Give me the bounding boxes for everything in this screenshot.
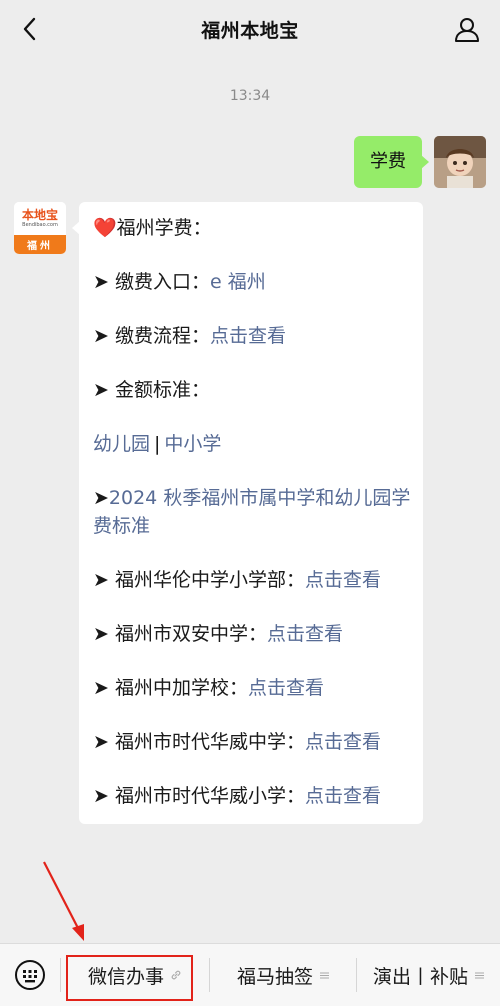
user-avatar-image xyxy=(434,136,486,188)
logo-city: 福州 xyxy=(14,235,66,254)
list-item: ➤ 福州市时代华威小学：点击查看 xyxy=(93,785,381,807)
menu-shows-subsidy[interactable]: 演出丨补贴 xyxy=(357,944,500,1006)
menu-lines-icon xyxy=(320,972,329,978)
menu-lines-icon xyxy=(475,972,484,978)
back-button[interactable] xyxy=(14,14,44,44)
person-icon xyxy=(455,18,479,42)
payment-process-link[interactable]: 点击查看 xyxy=(210,325,286,347)
school-link[interactable]: 中小学 xyxy=(164,433,221,455)
profile-button[interactable] xyxy=(452,14,482,44)
annotation-highlight-box xyxy=(66,955,193,1001)
chat-header: 福州本地宝 xyxy=(0,0,500,58)
user-avatar[interactable] xyxy=(434,136,486,188)
keyboard-icon xyxy=(15,960,45,990)
message-timestamp: 13:34 xyxy=(229,88,271,104)
list-item: 幼儿园 | 中小学 xyxy=(93,433,222,455)
keyboard-toggle-button[interactable] xyxy=(0,944,60,1006)
list-item: ➤ 金额标准： xyxy=(93,379,210,401)
list-item: ➤2024 秋季福州市属中学和幼儿园学费标准 xyxy=(93,487,411,537)
outgoing-bubble[interactable]: 学费 xyxy=(354,136,429,188)
list-item: ➤ 缴费入口：e 福州 xyxy=(93,271,266,293)
list-item: ➤ 缴费流程：点击查看 xyxy=(93,325,286,347)
incoming-bubble: ❤️福州学费： ➤ 缴费入口：e 福州 ➤ 缴费流程：点击查看 ➤ 金额标准： … xyxy=(72,202,423,824)
logo: 本地宝 Bendibao.com xyxy=(14,202,66,235)
list-item: ➤ 福州华伦中学小学部：点击查看 xyxy=(93,569,381,591)
list-item: ➤ 福州市双安中学：点击查看 xyxy=(93,623,343,645)
chat-title: 福州本地宝 xyxy=(201,19,299,42)
view-link[interactable]: 点击查看 xyxy=(305,785,381,807)
fee-standard-link[interactable]: 2024 秋季福州市属中学和幼儿园学费标准 xyxy=(93,487,410,537)
chevron-left-icon xyxy=(23,17,36,41)
view-link[interactable]: 点击查看 xyxy=(305,569,381,591)
message-heading: ❤️福州学费： xyxy=(93,217,212,239)
menu-fuma-lottery[interactable]: 福马抽签 xyxy=(210,944,356,1006)
list-item: ➤ 福州市时代华威中学：点击查看 xyxy=(93,731,381,753)
view-link[interactable]: 点击查看 xyxy=(248,677,324,699)
view-link[interactable]: 点击查看 xyxy=(267,623,343,645)
view-link[interactable]: 点击查看 xyxy=(305,731,381,753)
heart-icon: ❤️ xyxy=(93,217,117,239)
kindergarten-link[interactable]: 幼儿园 xyxy=(93,433,150,455)
payment-entry-link[interactable]: e 福州 xyxy=(210,271,266,293)
list-item: ➤ 福州中加学校：点击查看 xyxy=(93,677,324,699)
official-account-avatar[interactable]: 本地宝 Bendibao.com 福州 xyxy=(14,202,66,254)
outgoing-message: 学费 xyxy=(354,136,486,188)
